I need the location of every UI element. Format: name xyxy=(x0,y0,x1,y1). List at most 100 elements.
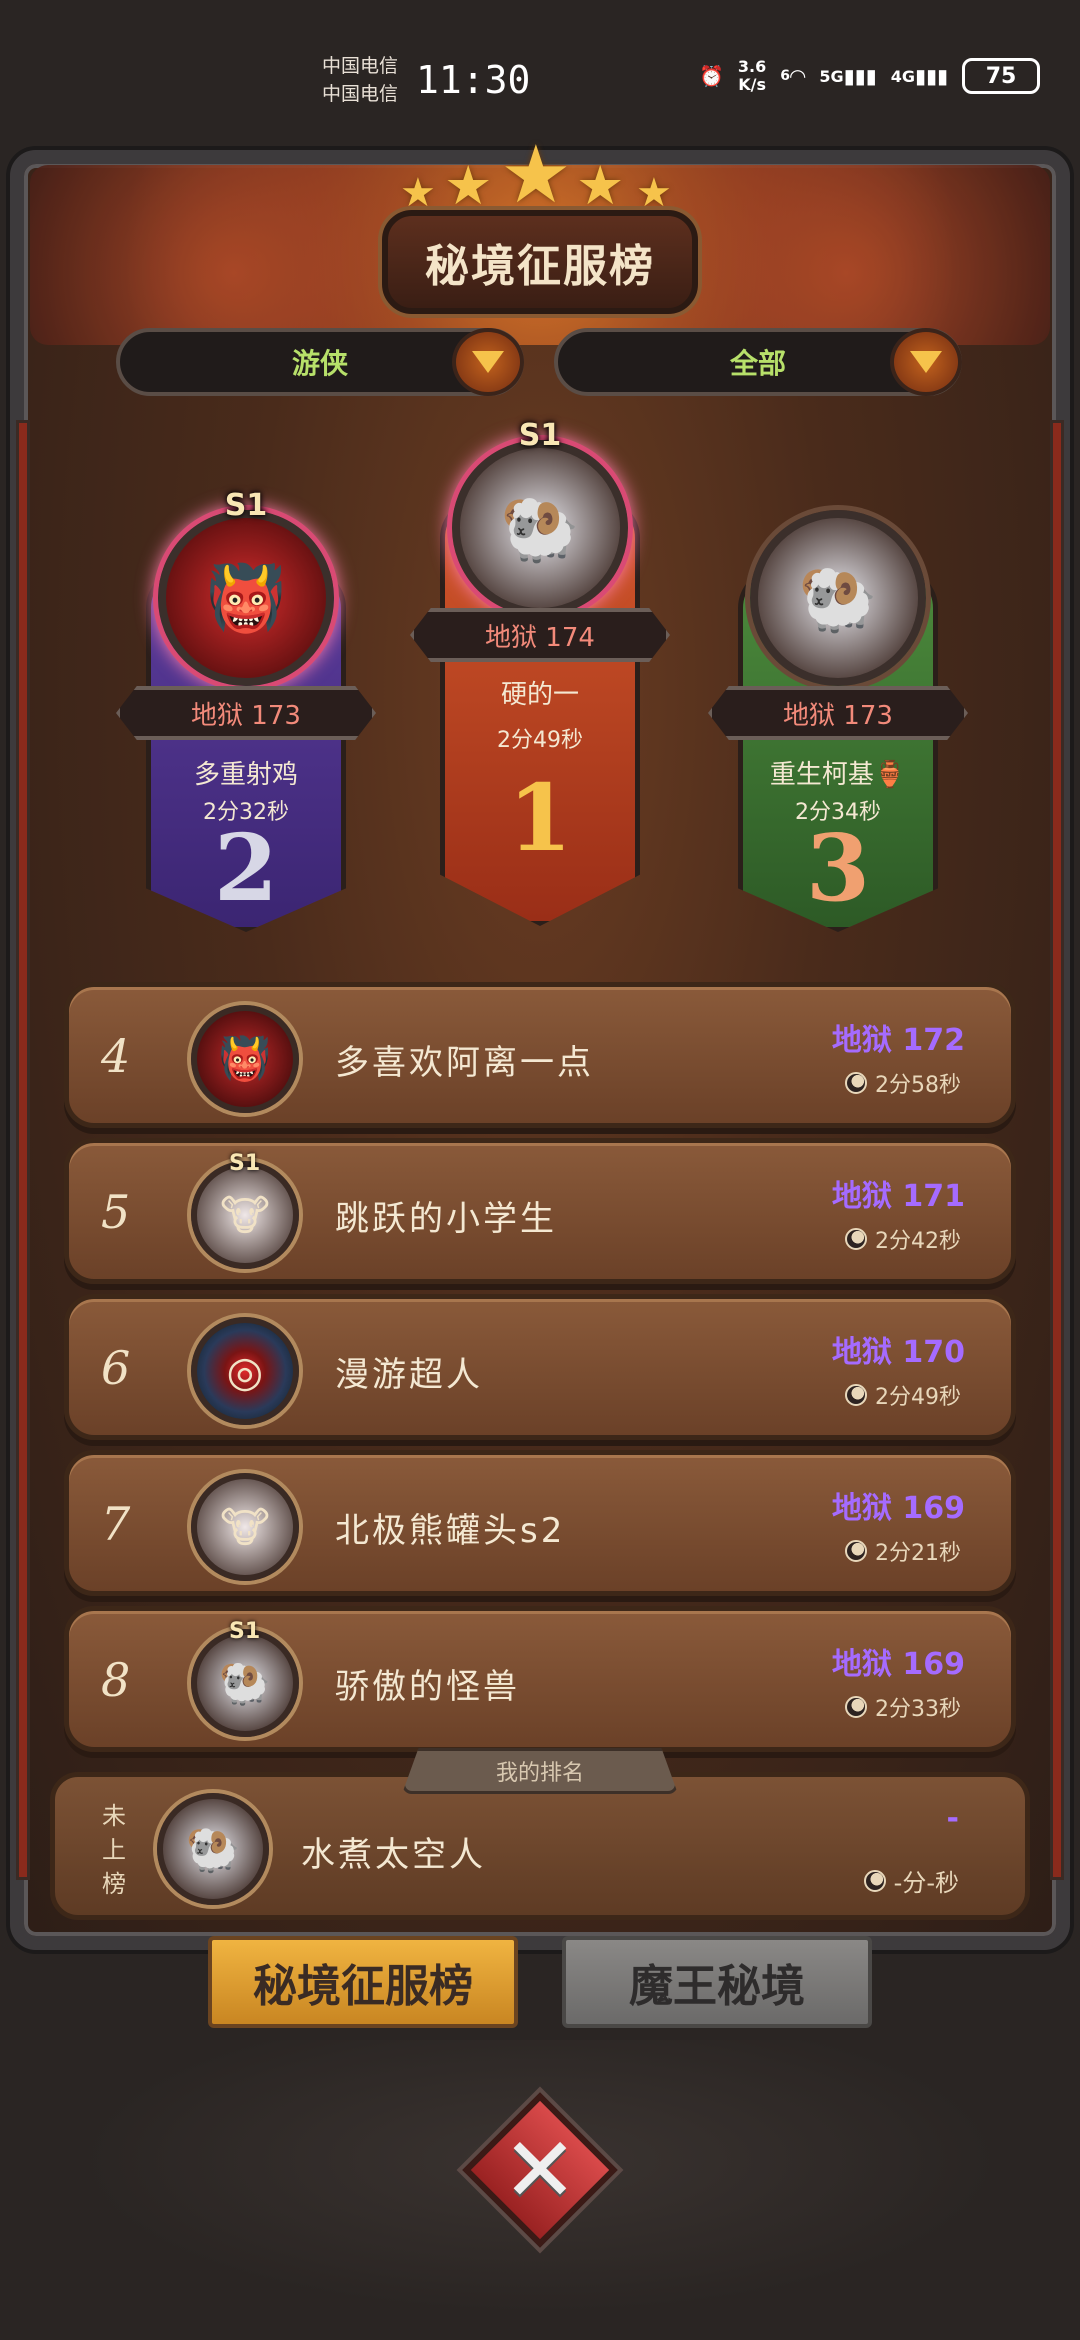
signal-4g-icon: 4G ▮▮▮ xyxy=(890,64,948,88)
demon-avatar-icon: 👹 xyxy=(158,510,334,686)
rank-row[interactable]: 7 🐮 北极熊罐头s2 地狱 169 2分21秒 xyxy=(64,1450,1016,1596)
scope-filter-label: 全部 xyxy=(729,347,786,380)
sheep-avatar-icon: 🐏 xyxy=(157,1793,269,1905)
level-plate: 地狱 174 xyxy=(410,608,670,662)
my-rank-row[interactable]: 未上榜 🐏 水煮太空人 - -分-秒 xyxy=(50,1772,1030,1920)
row-player-name: 漫游超人 xyxy=(335,1355,483,1395)
chevron-down-icon[interactable] xyxy=(452,328,524,396)
cow-avatar-icon: 🐮 xyxy=(191,1161,299,1269)
season-badge: S1 xyxy=(224,488,268,523)
row-player-name: 跳跃的小学生 xyxy=(335,1199,557,1239)
clock-icon xyxy=(845,1384,867,1406)
sheep-avatar-icon: 🐏 xyxy=(191,1629,299,1737)
scope-filter-dropdown[interactable]: 全部 xyxy=(554,328,962,396)
rank-row[interactable]: 5 🐮 S1 跳跃的小学生 地狱 171 2分42秒 xyxy=(64,1138,1016,1284)
battery-level: 75 xyxy=(985,63,1017,89)
clock-icon xyxy=(845,1072,867,1094)
row-level: 地狱 170 xyxy=(831,1335,965,1370)
my-time-value: -分-秒 xyxy=(893,1869,959,1897)
row-time-value: 2分33秒 xyxy=(875,1697,961,1722)
podium-level: 地狱 173 xyxy=(191,700,301,731)
signal-5g-icon: 5G ▮▮▮ xyxy=(819,64,877,88)
podium-player-name: 硬的一 xyxy=(500,680,579,710)
wifi-icon: 6 ◠ xyxy=(780,64,806,88)
row-time: 2分49秒 xyxy=(845,1379,961,1411)
row-level: 地狱 169 xyxy=(831,1491,965,1526)
status-bar: 中国电信 中国电信 11:30 ⏰ 3.6 K/s 6 ◠ 5G ▮▮▮ 4G ▮▮▮… xyxy=(0,0,1080,120)
left-rail xyxy=(16,420,30,1880)
close-icon: ✕ xyxy=(502,2117,578,2223)
carrier-labels: 中国电信 中国电信 xyxy=(322,52,398,108)
alarm-icon: ⏰ xyxy=(699,64,724,88)
title-stars: ★ ★ ★ ★ ★ xyxy=(400,128,680,221)
title-plate: 秘境征服榜 xyxy=(382,210,698,314)
row-time-value: 2分49秒 xyxy=(875,1385,961,1410)
podium-level: 地狱 174 xyxy=(485,622,595,653)
carrier-1: 中国电信 xyxy=(322,55,399,77)
star-icon: ★ xyxy=(444,154,493,217)
close-button[interactable]: ✕ xyxy=(462,2092,618,2248)
row-time: 2分58秒 xyxy=(845,1067,961,1099)
row-level: 地狱 172 xyxy=(831,1023,965,1058)
net-speed-unit: K/s xyxy=(738,75,766,94)
net-speed-value: 3.6 xyxy=(737,57,767,76)
star-icon: ★ xyxy=(576,154,625,217)
carrier-2: 中国电信 xyxy=(322,83,399,105)
row-player-name: 北极熊罐头s2 xyxy=(335,1511,566,1551)
row-time: 2分33秒 xyxy=(845,1691,961,1723)
signal-1-label: 5G xyxy=(819,66,844,86)
status-icons: ⏰ 3.6 K/s 6 ◠ 5G ▮▮▮ 4G ▮▮▮ 75 xyxy=(699,58,1040,94)
my-rank-status: 未上榜 xyxy=(102,1802,126,1898)
row-rank: 5 xyxy=(101,1185,131,1239)
podium-rank-1[interactable]: 🐏 S1 地狱 174 硬的一 2分49秒 1 xyxy=(410,418,670,926)
rank-row[interactable]: 6 ◎ 漫游超人 地狱 170 2分49秒 xyxy=(64,1294,1016,1440)
my-level: - xyxy=(946,1801,959,1836)
podium-level: 地狱 173 xyxy=(783,700,893,731)
tab-conquest-leaderboard[interactable]: 秘境征服榜 xyxy=(208,1936,518,2028)
rank-row[interactable]: 4 👹 多喜欢阿离一点 地狱 172 2分58秒 xyxy=(64,982,1016,1128)
podium-rank-2[interactable]: 👹 S1 地狱 173 多重射鸡 2分32秒 2 xyxy=(116,488,376,932)
level-plate: 地狱 173 xyxy=(116,686,376,740)
my-rank-tab-label: 我的排名 xyxy=(402,1748,678,1794)
clock-icon xyxy=(845,1696,867,1718)
row-player-name: 骄傲的怪兽 xyxy=(335,1667,520,1707)
row-rank: 4 xyxy=(101,1029,131,1083)
my-player-name: 水煮太空人 xyxy=(301,1835,486,1875)
net-speed: 3.6 K/s xyxy=(738,58,766,94)
podium-rank-3[interactable]: 🐏 地狱 173 重生柯基🏺 2分34秒 3 xyxy=(708,488,968,932)
chevron-down-icon[interactable] xyxy=(890,328,962,396)
sheep-avatar-icon: 🐏 xyxy=(452,440,628,616)
class-filter-label: 游侠 xyxy=(291,347,348,380)
eye-avatar-icon: ◎ xyxy=(191,1317,299,1425)
battery-icon: 75 xyxy=(962,58,1040,94)
row-player-name: 多喜欢阿离一点 xyxy=(335,1043,594,1083)
podium-rank-number: 2 xyxy=(213,814,278,922)
row-time-value: 2分42秒 xyxy=(875,1229,961,1254)
class-filter-dropdown[interactable]: 游侠 xyxy=(116,328,524,396)
row-rank: 8 xyxy=(101,1653,131,1707)
row-rank: 6 xyxy=(101,1341,131,1395)
status-time: 11:30 xyxy=(416,58,531,102)
tab-demon-realm[interactable]: 魔王秘境 xyxy=(562,1936,872,2028)
row-time-value: 2分58秒 xyxy=(875,1073,961,1098)
signal-2-label: 4G xyxy=(890,66,915,86)
right-rail xyxy=(1050,420,1064,1880)
season-badge: S1 xyxy=(229,1619,261,1644)
cow-avatar-icon: 🐮 xyxy=(191,1473,299,1581)
wifi-label: 6 xyxy=(780,68,791,84)
season-badge: S1 xyxy=(518,418,562,453)
clock-icon xyxy=(845,1540,867,1562)
row-time: 2分42秒 xyxy=(845,1223,961,1255)
clock-icon xyxy=(845,1228,867,1250)
demon-avatar-icon: 👹 xyxy=(191,1005,299,1113)
rank-row[interactable]: 8 🐏 S1 骄傲的怪兽 地狱 169 2分33秒 xyxy=(64,1606,1016,1752)
podium-player-name: 重生柯基🏺 xyxy=(769,760,907,790)
star-icon: ★ xyxy=(500,128,572,221)
row-time-value: 2分21秒 xyxy=(875,1541,961,1566)
podium-time: 2分49秒 xyxy=(497,728,583,753)
podium-player-name: 多重射鸡 xyxy=(193,760,298,790)
row-level: 地狱 171 xyxy=(831,1179,965,1214)
level-plate: 地狱 173 xyxy=(708,686,968,740)
my-time: -分-秒 xyxy=(863,1863,959,1898)
row-time: 2分21秒 xyxy=(845,1535,961,1567)
